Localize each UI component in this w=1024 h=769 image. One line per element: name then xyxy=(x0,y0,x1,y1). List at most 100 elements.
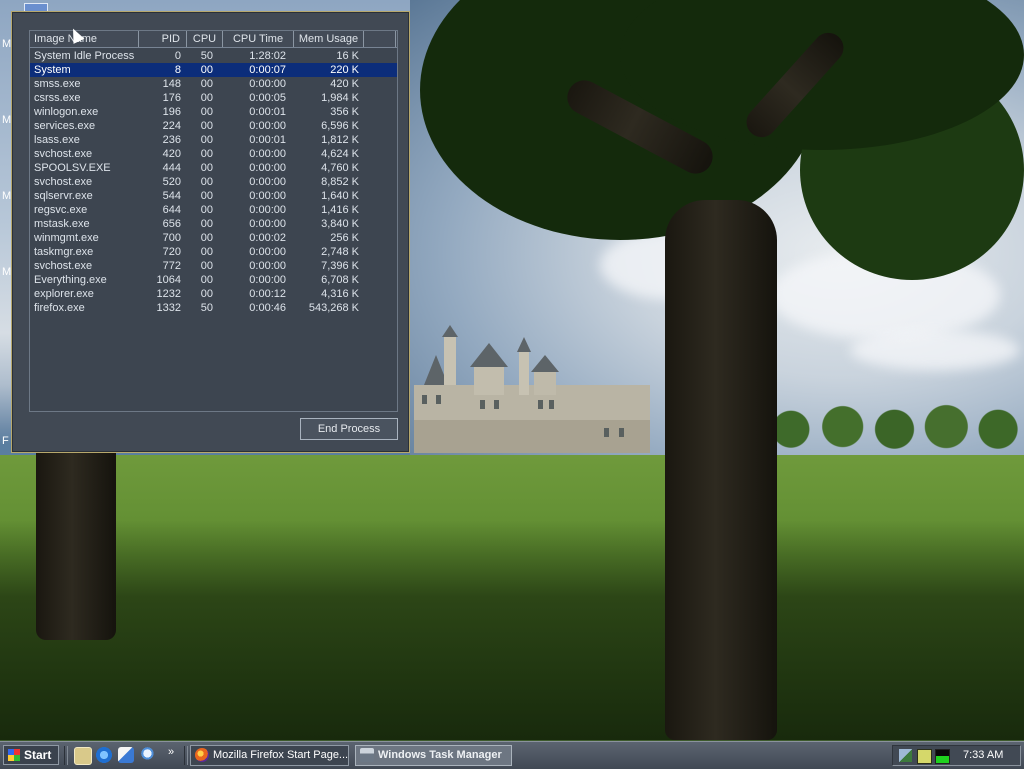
process-cpu-time: 0:00:00 xyxy=(249,162,286,174)
tree-trunk xyxy=(36,440,116,640)
process-cpu-time: 0:00:00 xyxy=(249,204,286,216)
process-cpu: 00 xyxy=(200,218,213,230)
column-header-pid[interactable]: PID xyxy=(139,31,187,47)
clock[interactable]: 7:33 AM xyxy=(963,746,1003,765)
process-pid: 1064 xyxy=(156,274,181,286)
end-process-button[interactable]: End Process xyxy=(300,418,398,440)
process-row[interactable]: smss.exe 148 00 0:00:00 420 K xyxy=(30,77,397,91)
process-row[interactable]: svchost.exe 772 00 0:00:00 7,396 K xyxy=(30,259,397,273)
process-cpu: 00 xyxy=(200,148,213,160)
process-name: winlogon.exe xyxy=(34,106,99,118)
quick-launch-chevron-icon[interactable]: » xyxy=(168,746,174,758)
tree-shadow xyxy=(0,520,1024,740)
process-row[interactable]: lsass.exe 236 00 0:00:01 1,812 K xyxy=(30,133,397,147)
process-row[interactable]: regsvc.exe 644 00 0:00:00 1,416 K xyxy=(30,203,397,217)
column-header-mem-usage[interactable]: Mem Usage xyxy=(294,31,364,47)
process-cpu: 00 xyxy=(200,78,213,90)
process-name: regsvc.exe xyxy=(34,204,88,216)
process-row[interactable]: System Idle Process 0 50 1:28:02 16 K xyxy=(30,49,397,63)
taskbar: Start » Mozilla Firefox Start Page... Wi… xyxy=(0,741,1024,769)
process-mem-usage: 4,624 K xyxy=(321,148,359,160)
task-button-firefox[interactable]: Mozilla Firefox Start Page... xyxy=(190,745,349,766)
process-name: services.exe xyxy=(34,120,96,132)
process-mem-usage: 2,748 K xyxy=(321,246,359,258)
process-name: taskmgr.exe xyxy=(34,246,94,258)
column-header-spacer xyxy=(364,31,396,47)
process-mem-usage: 420 K xyxy=(330,78,359,90)
process-list[interactable]: Image Name PID CPU CPU Time Mem Usage Sy… xyxy=(29,30,398,412)
show-desktop-icon[interactable] xyxy=(74,747,92,765)
process-pid: 1332 xyxy=(156,302,181,314)
process-cpu: 00 xyxy=(200,288,213,300)
process-row[interactable]: SPOOLSV.EXE 444 00 0:00:00 4,760 K xyxy=(30,161,397,175)
start-button[interactable]: Start xyxy=(3,745,59,765)
process-pid: 544 xyxy=(162,190,181,202)
task-button-label: Windows Task Manager xyxy=(378,749,502,761)
process-mem-usage: 3,840 K xyxy=(321,218,359,230)
process-name: mstask.exe xyxy=(34,218,90,230)
cloud xyxy=(850,330,1020,370)
process-mem-usage: 16 K xyxy=(336,50,359,62)
process-mem-usage: 4,316 K xyxy=(321,288,359,300)
task-manager-tray-icon[interactable] xyxy=(917,749,932,764)
process-name: svchost.exe xyxy=(34,148,93,160)
process-pid: 196 xyxy=(162,106,181,118)
process-row[interactable]: services.exe 224 00 0:00:00 6,596 K xyxy=(30,119,397,133)
process-cpu: 00 xyxy=(200,260,213,272)
process-cpu-time: 0:00:12 xyxy=(249,288,286,300)
task-manager-window: Image Name PID CPU CPU Time Mem Usage Sy… xyxy=(11,11,410,453)
task-button-label: Mozilla Firefox Start Page... xyxy=(213,749,349,761)
process-name: System xyxy=(34,64,71,76)
process-pid: 656 xyxy=(162,218,181,230)
process-name: SPOOLSV.EXE xyxy=(34,162,111,174)
taskbar-separator xyxy=(64,746,68,765)
column-header-cpu-time[interactable]: CPU Time xyxy=(223,31,294,47)
distant-treeline xyxy=(765,398,1024,450)
process-row[interactable]: taskmgr.exe 720 00 0:00:00 2,748 K xyxy=(30,245,397,259)
cpu-meter-icon[interactable] xyxy=(935,749,950,764)
process-pid: 644 xyxy=(162,204,181,216)
process-cpu-time: 0:00:00 xyxy=(249,218,286,230)
process-row[interactable]: Everything.exe 1064 00 0:00:00 6,708 K xyxy=(30,273,397,287)
process-cpu: 00 xyxy=(200,232,213,244)
process-row[interactable]: csrss.exe 176 00 0:00:05 1,984 K xyxy=(30,91,397,105)
system-tray: 7:33 AM xyxy=(892,745,1021,766)
column-header-cpu[interactable]: CPU xyxy=(187,31,223,47)
process-mem-usage: 1,984 K xyxy=(321,92,359,104)
process-pid: 1232 xyxy=(156,288,181,300)
process-cpu-time: 0:00:00 xyxy=(249,274,286,286)
task-button-task-manager[interactable]: Windows Task Manager xyxy=(355,745,512,766)
search-icon[interactable] xyxy=(141,747,157,763)
outlook-express-icon[interactable] xyxy=(118,747,134,763)
process-cpu-time: 0:00:01 xyxy=(249,134,286,146)
process-row[interactable]: winlogon.exe 196 00 0:00:01 356 K xyxy=(30,105,397,119)
process-cpu: 00 xyxy=(200,64,213,76)
process-row[interactable]: sqlservr.exe 544 00 0:00:00 1,640 K xyxy=(30,189,397,203)
process-row[interactable]: explorer.exe 1232 00 0:00:12 4,316 K xyxy=(30,287,397,301)
process-name: svchost.exe xyxy=(34,260,93,272)
network-icon[interactable] xyxy=(899,749,912,762)
process-mem-usage: 220 K xyxy=(330,64,359,76)
process-row[interactable]: mstask.exe 656 00 0:00:00 3,840 K xyxy=(30,217,397,231)
process-mem-usage: 7,396 K xyxy=(321,260,359,272)
windows-logo-icon xyxy=(8,749,20,761)
process-pid: 720 xyxy=(162,246,181,258)
process-row[interactable]: svchost.exe 520 00 0:00:00 8,852 K xyxy=(30,175,397,189)
process-cpu: 00 xyxy=(200,176,213,188)
process-pid: 148 xyxy=(162,78,181,90)
process-name: explorer.exe xyxy=(34,288,94,300)
process-name: sqlservr.exe xyxy=(34,190,93,202)
process-row[interactable]: System 8 00 0:00:07 220 K xyxy=(30,63,397,77)
internet-explorer-icon[interactable] xyxy=(96,747,112,763)
process-cpu: 50 xyxy=(200,302,213,314)
process-name: winmgmt.exe xyxy=(34,232,99,244)
process-pid: 176 xyxy=(162,92,181,104)
column-header-image-name[interactable]: Image Name xyxy=(30,31,139,47)
start-label: Start xyxy=(24,748,52,762)
process-cpu: 00 xyxy=(200,190,213,202)
process-row[interactable]: svchost.exe 420 00 0:00:00 4,624 K xyxy=(30,147,397,161)
process-cpu-time: 1:28:02 xyxy=(249,50,286,62)
process-pid: 8 xyxy=(174,64,181,76)
process-row[interactable]: firefox.exe 1332 50 0:00:46 543,268 K xyxy=(30,301,397,315)
process-row[interactable]: winmgmt.exe 700 00 0:00:02 256 K xyxy=(30,231,397,245)
